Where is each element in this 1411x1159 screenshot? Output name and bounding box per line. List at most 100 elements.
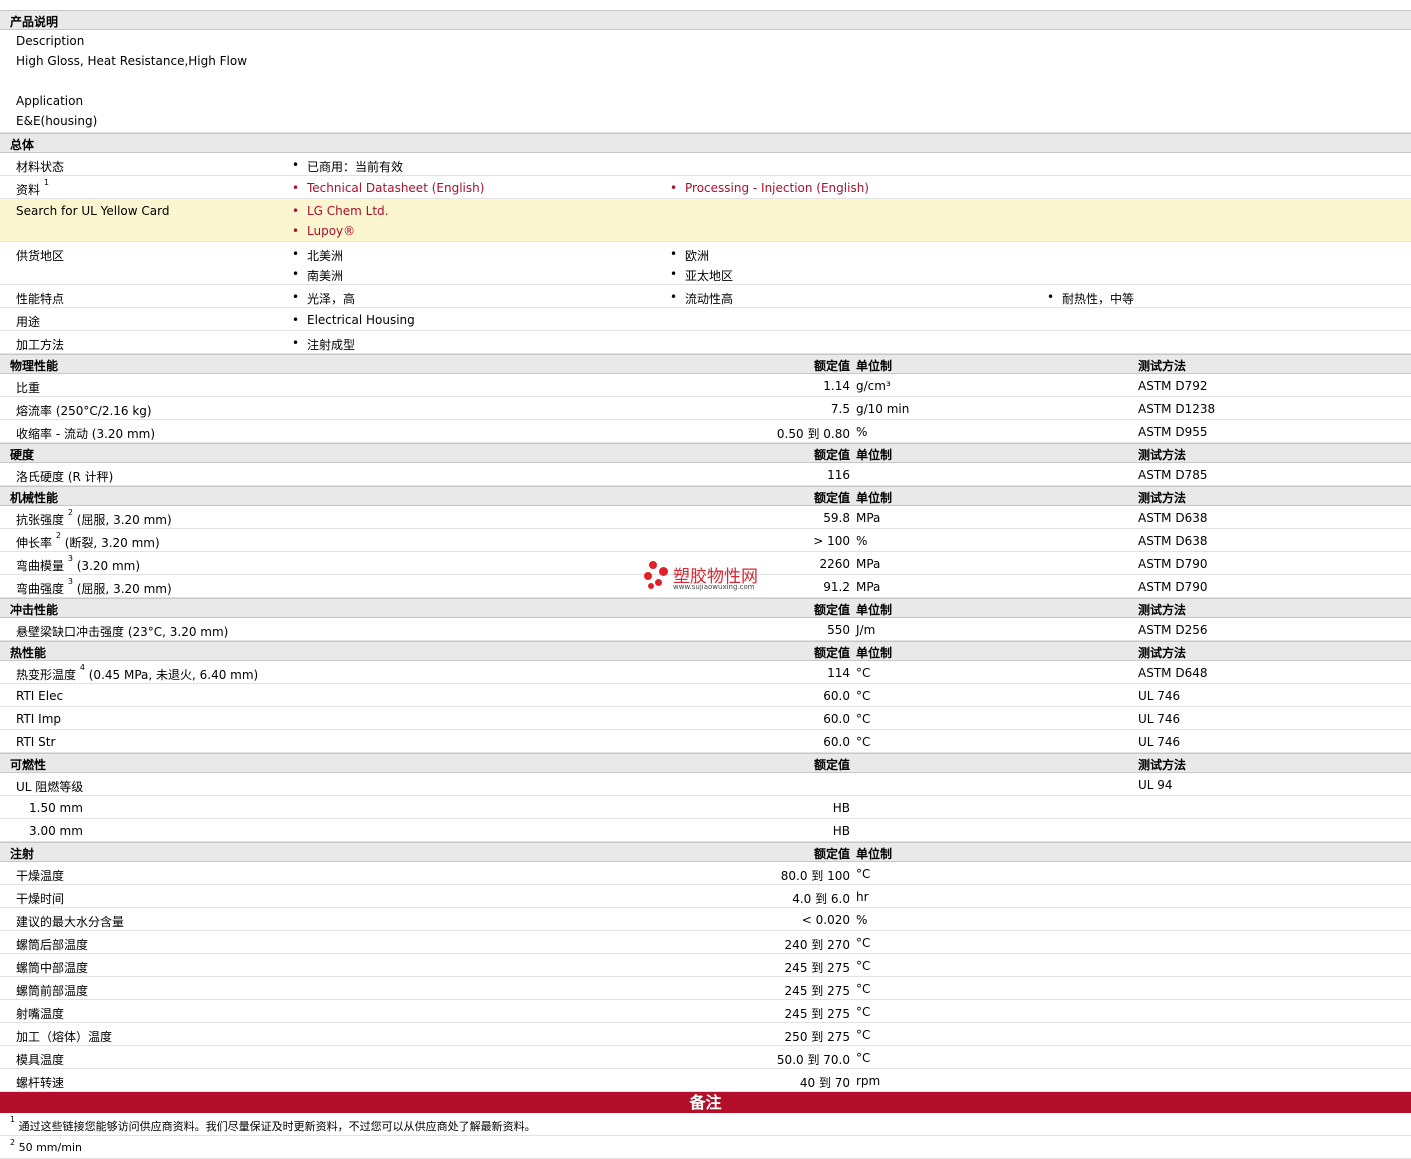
property-value: 80.0 到 100 (780, 869, 850, 883)
header-value: 额定值 (813, 491, 850, 505)
section-title: 硬度 (10, 448, 35, 462)
property-row: 收缩率 - 流动 (3.20 mm) 0.50 到 0.80% ASTM D955 (0, 420, 1411, 443)
region-item: 亚太地区 (670, 267, 733, 284)
section-hardness: 硬度 额定值 单位制 测试方法 (0, 443, 1411, 463)
section-general: 总体 (0, 133, 1411, 153)
property-label: UL 阻燃等级 (16, 780, 84, 794)
property-unit: rpm (856, 1074, 881, 1088)
property-value: 7.5 (830, 402, 850, 416)
property-value: < 0.020 (801, 913, 850, 927)
property-row: 射嘴温度 245 到 275 °C (0, 1000, 1411, 1023)
property-value: HB (832, 824, 850, 838)
property-value: HB (832, 801, 850, 815)
watermark-url: www.sujiaowuxing.com (673, 583, 755, 591)
property-value: 245 到 275 (784, 961, 850, 975)
property-row: 螺杆转速 40 到 70 rpm (0, 1069, 1411, 1092)
property-value: 40 到 70 (799, 1076, 850, 1090)
property-label: 熔流率 (250°C/2.16 kg) (16, 404, 152, 418)
property-unit: °C (856, 959, 871, 973)
property-row: 加工（熔体）温度 250 到 275 °C (0, 1023, 1411, 1046)
property-value: 240 到 270 (784, 938, 850, 952)
property-label: 抗张强度 2 (屈服, 3.20 mm) (16, 508, 172, 527)
property-row: RTI Str 60.0 °C UL 746 (0, 730, 1411, 753)
lg-chem-link[interactable]: LG Chem Ltd. (292, 204, 388, 218)
property-row: 热变形温度 4 (0.45 MPa, 未退火, 6.40 mm) 114 °C AST… (0, 661, 1411, 684)
header-method: 测试方法 (1138, 359, 1187, 373)
section-title: 总体 (10, 138, 35, 152)
technical-datasheet-link[interactable]: Technical Datasheet (English) (292, 181, 484, 195)
property-label: RTI Elec (16, 689, 64, 703)
section-title: 注射 (10, 847, 35, 861)
property-row: 悬壁梁缺口冲击强度 (23°C, 3.20 mm) 550 J/m ASTM D256 (0, 618, 1411, 641)
property-label: 热变形温度 4 (0.45 MPa, 未退火, 6.40 mm) (16, 663, 259, 682)
property-row: 抗张强度 2 (屈服, 3.20 mm) 59.8 MPa ASTM D638 (0, 506, 1411, 529)
property-unit: °C (856, 867, 871, 881)
property-row: 螺筒后部温度 240 到 270 °C (0, 931, 1411, 954)
description-label: Description (16, 34, 85, 48)
property-method: ASTM D792 (1138, 379, 1208, 393)
property-row: 螺筒前部温度 245 到 275 °C (0, 977, 1411, 1000)
feature-item: 耐热性，中等 (1047, 290, 1134, 307)
property-row: UL 阻燃等级 UL 94 (0, 773, 1411, 796)
property-unit: MPa (856, 511, 881, 525)
watermark-logo: 塑胶物性网 www.sujiaowuxing.com (643, 560, 783, 596)
property-label: 比重 (16, 381, 41, 395)
property-label: RTI Str (16, 735, 56, 749)
section-title: 可燃性 (10, 758, 47, 772)
property-value: > 100 (813, 534, 850, 548)
property-label: 射嘴温度 (16, 1007, 65, 1021)
header-method: 测试方法 (1138, 758, 1187, 772)
property-value: 91.2 (823, 580, 850, 594)
lupoy-link[interactable]: Lupoy® (292, 224, 355, 238)
section-title: 冲击性能 (10, 603, 59, 617)
row-label: 资料 1 (16, 178, 49, 197)
property-row: 干燥温度 80.0 到 100 °C (0, 862, 1411, 885)
property-value: 550 (827, 623, 850, 637)
property-method: UL 746 (1138, 689, 1181, 703)
row-label: 用途 (16, 315, 41, 329)
row-label: 加工方法 (16, 338, 65, 352)
ul-yellow-card-row: Search for UL Yellow Card LG Chem Ltd. L… (0, 199, 1411, 242)
note-1: 1 通过这些链接您能够访问供应商资料。我们尽量保证及时更新资料，不过您可以从供应… (0, 1113, 1411, 1136)
region-item: 南美洲 (292, 267, 343, 284)
property-method: ASTM D790 (1138, 580, 1208, 594)
property-value: 2260 (819, 557, 850, 571)
property-value: 114 (827, 666, 850, 680)
process-item: 注射成型 (292, 336, 355, 353)
property-unit: J/m (856, 623, 876, 637)
processing-method-row: 加工方法 注射成型 (0, 331, 1411, 354)
section-thermal: 热性能 额定值 单位制 测试方法 (0, 641, 1411, 661)
property-unit: °C (856, 936, 871, 950)
property-value: 245 到 275 (784, 984, 850, 998)
property-unit: % (856, 534, 868, 548)
description-block: Description High Gloss, Heat Resistance,… (0, 30, 1411, 133)
property-unit: g/cm³ (856, 379, 891, 393)
header-unit: 单位制 (856, 646, 893, 660)
use-row: 用途 Electrical Housing (0, 308, 1411, 331)
property-method: UL 746 (1138, 735, 1181, 749)
property-method: ASTM D648 (1138, 666, 1208, 680)
property-label: 伸长率 2 (断裂, 3.20 mm) (16, 531, 160, 550)
processing-injection-link[interactable]: Processing - Injection (English) (670, 181, 869, 195)
material-status-row: 材料状态 已商用：当前有效 (0, 153, 1411, 176)
feature-item: 光泽，高 (292, 290, 355, 307)
property-label: 螺筒中部温度 (16, 961, 89, 975)
property-label: 螺筒后部温度 (16, 938, 89, 952)
header-unit: 单位制 (856, 448, 893, 462)
property-row: 比重 1.14 g/cm³ ASTM D792 (0, 374, 1411, 397)
header-method: 测试方法 (1138, 603, 1187, 617)
property-label: 弯曲强度 3 (屈服, 3.20 mm) (16, 577, 172, 596)
property-value: 1.14 (823, 379, 850, 393)
application-label: Application (16, 94, 84, 108)
property-row: 3.00 mm HB (0, 819, 1411, 842)
header-unit: 单位制 (856, 359, 893, 373)
property-unit: hr (856, 890, 869, 904)
property-unit: % (856, 425, 868, 439)
property-value: 60.0 (823, 712, 850, 726)
property-label: 干燥温度 (16, 869, 65, 883)
property-row: 伸长率 2 (断裂, 3.20 mm) > 100% ASTM D638 (0, 529, 1411, 552)
property-label: 3.00 mm (29, 824, 83, 838)
top-spacer (0, 0, 1411, 10)
header-method: 测试方法 (1138, 448, 1187, 462)
property-method: ASTM D790 (1138, 557, 1208, 571)
